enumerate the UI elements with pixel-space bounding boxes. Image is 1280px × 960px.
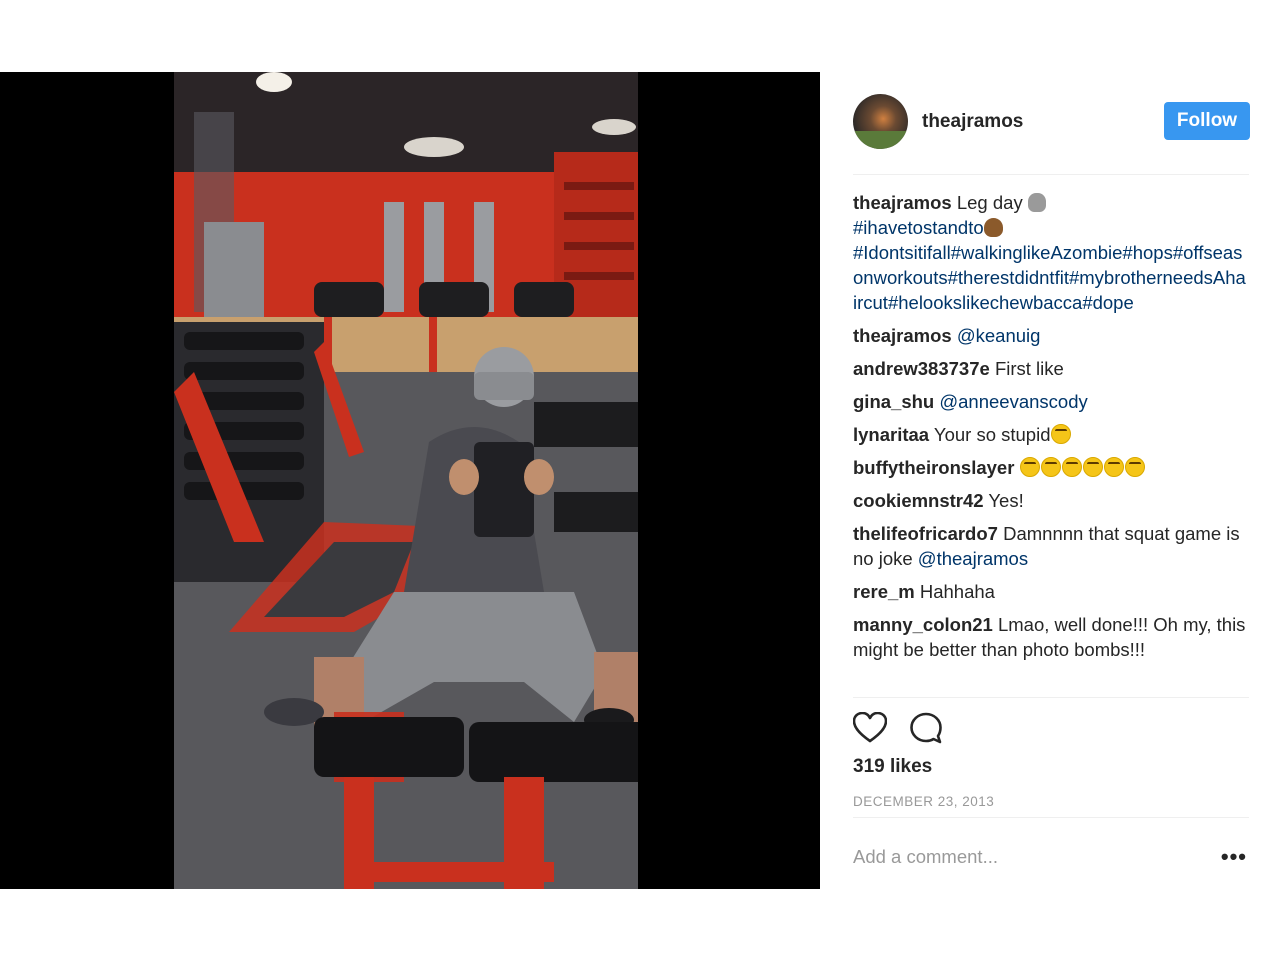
post-header: theajramos Follow [853,94,1250,175]
laughing-emoji [1040,457,1061,477]
comment-text: Your so stupid [933,424,1051,445]
video-frame[interactable] [174,72,638,889]
comment-text: Hahhaha [919,581,995,602]
poop-emoji [983,218,1003,237]
caption: theajramos Leg day #ihavetostandto #Idon… [853,190,1249,315]
comment-username[interactable]: theajramos [853,325,952,346]
laughing-emoji [1124,457,1145,477]
comment-item: lynaritaa Your so stupid [853,422,1249,447]
post-date[interactable]: DECEMBER 23, 2013 [853,794,994,809]
post-actions: 319 likes DECEMBER 23, 2013 [853,697,1249,818]
comment-username[interactable]: manny_colon21 [853,614,993,635]
like-count[interactable]: 319 likes [853,756,932,778]
caption-hashtags[interactable]: #Idontsitifall#walkinglikeAzombie#hops#o… [853,242,1246,313]
comment-item: manny_colon21 Lmao, well done!!! Oh my, … [853,612,1249,662]
laughing-emoji [1061,457,1082,477]
header-username[interactable]: theajramos [922,111,1023,133]
comment-username[interactable]: lynaritaa [853,424,929,445]
comment-username[interactable]: gina_shu [853,391,934,412]
comment-username[interactable]: buffytheironslayer [853,457,1014,478]
comment-username[interactable]: cookiemnstr42 [853,490,984,511]
comment-mention[interactable]: @anneevanscody [939,391,1087,412]
comment-username[interactable]: rere_m [853,581,915,602]
comment-username[interactable]: thelifeofricardo7 [853,523,998,544]
follow-button[interactable]: Follow [1164,102,1250,140]
avatar[interactable] [853,94,908,149]
comment-item: andrew383737e First like [853,356,1249,381]
post-sidebar: theajramos Follow theajramos Leg day #ih… [820,72,1280,889]
comment-text: First like [994,358,1064,379]
comment-username[interactable]: andrew383737e [853,358,990,379]
skull-emoji [1027,193,1046,212]
gym-photo [174,72,638,889]
comment-mention[interactable]: @keanuig [957,325,1041,346]
comment-item: cookiemnstr42 Yes! [853,488,1249,513]
laughing-emoji [1103,457,1124,477]
caption-text: Leg day [956,192,1023,213]
comments-list: theajramos Leg day #ihavetostandto #Idon… [853,190,1249,670]
add-comment-input[interactable]: Add a comment... [853,846,998,868]
laughing-emoji [1050,424,1071,444]
comment-item: rere_m Hahhaha [853,579,1249,604]
comment-icon[interactable] [909,712,943,744]
heart-icon[interactable] [853,712,887,744]
more-options-icon[interactable]: ••• [1221,844,1247,870]
caption-hashtag-line[interactable]: #ihavetostandto [853,217,984,238]
comment-item: gina_shu @anneevanscody [853,389,1249,414]
instagram-post: theajramos Follow theajramos Leg day #ih… [0,72,1280,889]
post-media[interactable] [0,72,820,889]
caption-username[interactable]: theajramos [853,192,952,213]
laughing-emoji [1082,457,1103,477]
comment-mention[interactable]: @theajramos [918,548,1028,569]
comment-item: buffytheironslayer [853,455,1249,480]
avatar-image [853,131,908,149]
comment-item: theajramos @keanuig [853,323,1249,348]
comment-item: thelifeofricardo7 Damnnnn that squat gam… [853,521,1249,571]
laughing-emoji [1019,457,1040,477]
comment-text: Yes! [988,490,1024,511]
add-comment-bar: Add a comment... ••• [853,817,1249,890]
